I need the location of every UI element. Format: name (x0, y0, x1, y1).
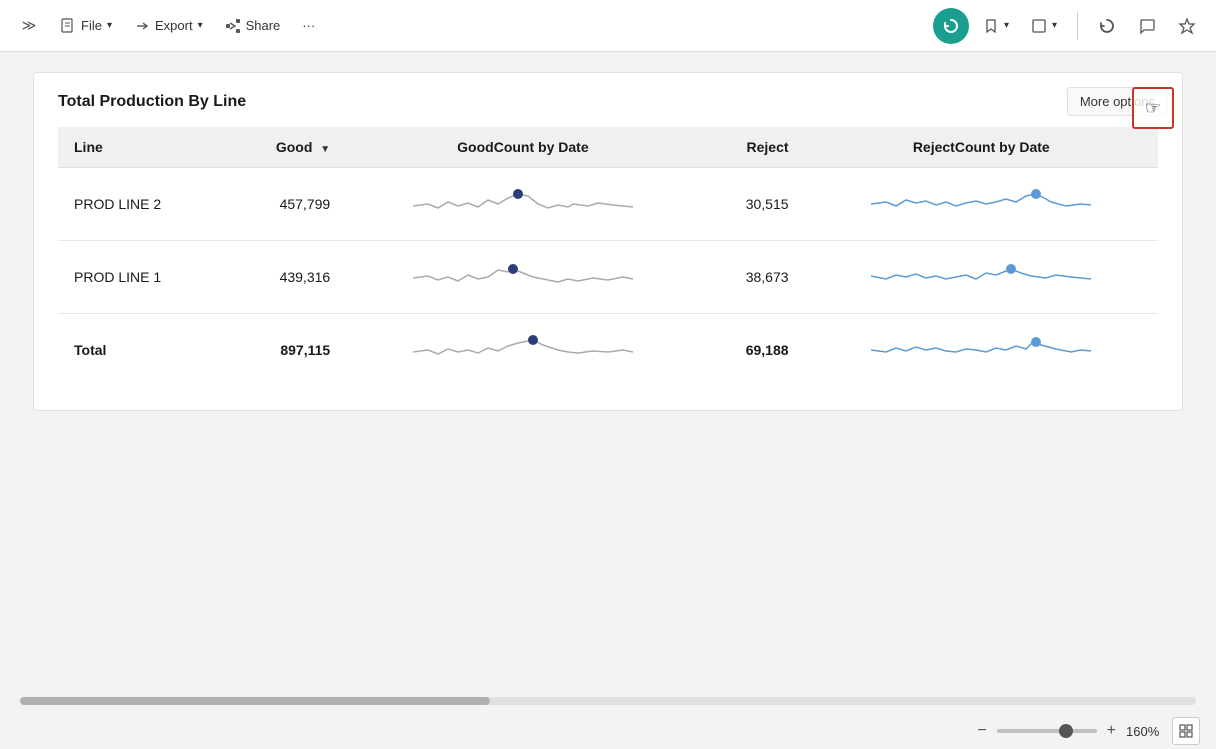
main-content: Total Production By Line More options ☞ … (0, 52, 1216, 749)
comment-icon (1138, 17, 1156, 35)
good-sparkline-2 (413, 257, 633, 297)
more-label: ··· (302, 18, 315, 33)
fit-page-button[interactable] (1172, 717, 1200, 745)
reject-sparkline-2 (871, 257, 1091, 297)
reject-sparkline-1 (871, 184, 1091, 224)
cell-goodsparkline-total (346, 314, 699, 387)
reject-sparkline-total (871, 330, 1091, 370)
refresh-button[interactable] (1090, 9, 1124, 43)
file-icon (60, 18, 76, 34)
export-icon (134, 18, 150, 34)
cell-line-2: PROD LINE 1 (58, 241, 225, 314)
chart-card: Total Production By Line More options ☞ … (33, 72, 1183, 411)
table-row-total: Total 897,115 69,188 (58, 314, 1158, 387)
zoom-out-button[interactable]: − (973, 720, 990, 742)
share-icon (225, 18, 241, 34)
good-sparkline-1 (413, 184, 633, 224)
col-header-goodcount: GoodCount by Date (346, 127, 699, 168)
zoom-in-button[interactable]: + (1103, 720, 1120, 742)
col-header-reject: Reject (700, 127, 805, 168)
cursor-indicator: ☞ (1132, 87, 1174, 129)
scrollbar-thumb[interactable] (20, 697, 490, 705)
file-chevron: ▾ (107, 20, 112, 31)
cell-reject-1: 30,515 (700, 168, 805, 241)
zoom-slider-thumb[interactable] (1059, 724, 1073, 738)
cell-good-2: 439,316 (225, 241, 346, 314)
cell-goodsparkline-2 (346, 241, 699, 314)
fit-page-icon (1179, 724, 1193, 738)
view-button[interactable]: ▾ (1023, 13, 1065, 39)
good-sparkline-total (413, 330, 633, 370)
more-menu-button[interactable]: ··· (294, 13, 323, 38)
col-header-good[interactable]: Good ▼ (225, 127, 346, 168)
bookmark-icon (983, 18, 999, 34)
expand-button[interactable]: ≫ (12, 9, 46, 43)
share-button[interactable]: Share (217, 13, 289, 39)
cell-line-total: Total (58, 314, 225, 387)
table-row: PROD LINE 2 457,799 30,515 (58, 168, 1158, 241)
hand-cursor-icon: ☞ (1145, 98, 1161, 119)
col-header-rejectcount: RejectCount by Date (805, 127, 1158, 168)
col-header-line: Line (58, 127, 225, 168)
cell-reject-total: 69,188 (700, 314, 805, 387)
refresh-icon (942, 17, 960, 35)
cell-line-1: PROD LINE 2 (58, 168, 225, 241)
cell-good-1: 457,799 (225, 168, 346, 241)
cell-rejectsparkline-1 (805, 168, 1158, 241)
view-icon (1031, 18, 1047, 34)
cell-reject-2: 38,673 (700, 241, 805, 314)
cell-rejectsparkline-total (805, 314, 1158, 387)
table-row: PROD LINE 1 439,316 38,673 (58, 241, 1158, 314)
comment-button[interactable] (1130, 9, 1164, 43)
bookmark-button[interactable]: ▾ (975, 13, 1017, 39)
file-menu-button[interactable]: File ▾ (52, 13, 120, 39)
sort-arrow-icon: ▼ (320, 144, 330, 155)
star-icon (1178, 17, 1196, 35)
chart-title: Total Production By Line (58, 93, 1158, 111)
horizontal-scrollbar[interactable] (20, 697, 1196, 705)
table-header-row: Line Good ▼ GoodCount by Date Reject Rej… (58, 127, 1158, 168)
file-label: File (81, 18, 102, 33)
bottom-bar: − + 160% (0, 713, 1216, 749)
refresh-icon-2 (1098, 17, 1116, 35)
save-button[interactable] (933, 8, 969, 44)
cell-good-total: 897,115 (225, 314, 346, 387)
cell-goodsparkline-1 (346, 168, 699, 241)
view-chevron: ▾ (1052, 20, 1057, 31)
export-chevron: ▾ (198, 20, 203, 31)
toolbar-divider (1077, 12, 1078, 40)
zoom-controls: − + 160% (973, 717, 1200, 745)
star-button[interactable] (1170, 9, 1204, 43)
share-label: Share (246, 18, 281, 33)
bookmark-chevron: ▾ (1004, 20, 1009, 31)
export-menu-button[interactable]: Export ▾ (126, 13, 211, 39)
export-label: Export (155, 18, 193, 33)
zoom-slider[interactable] (997, 729, 1097, 733)
toolbar: ≫ File ▾ Export ▾ Share ··· (0, 0, 1216, 52)
data-table: Line Good ▼ GoodCount by Date Reject Rej… (58, 127, 1158, 386)
cell-rejectsparkline-2 (805, 241, 1158, 314)
zoom-level: 160% (1126, 724, 1166, 739)
